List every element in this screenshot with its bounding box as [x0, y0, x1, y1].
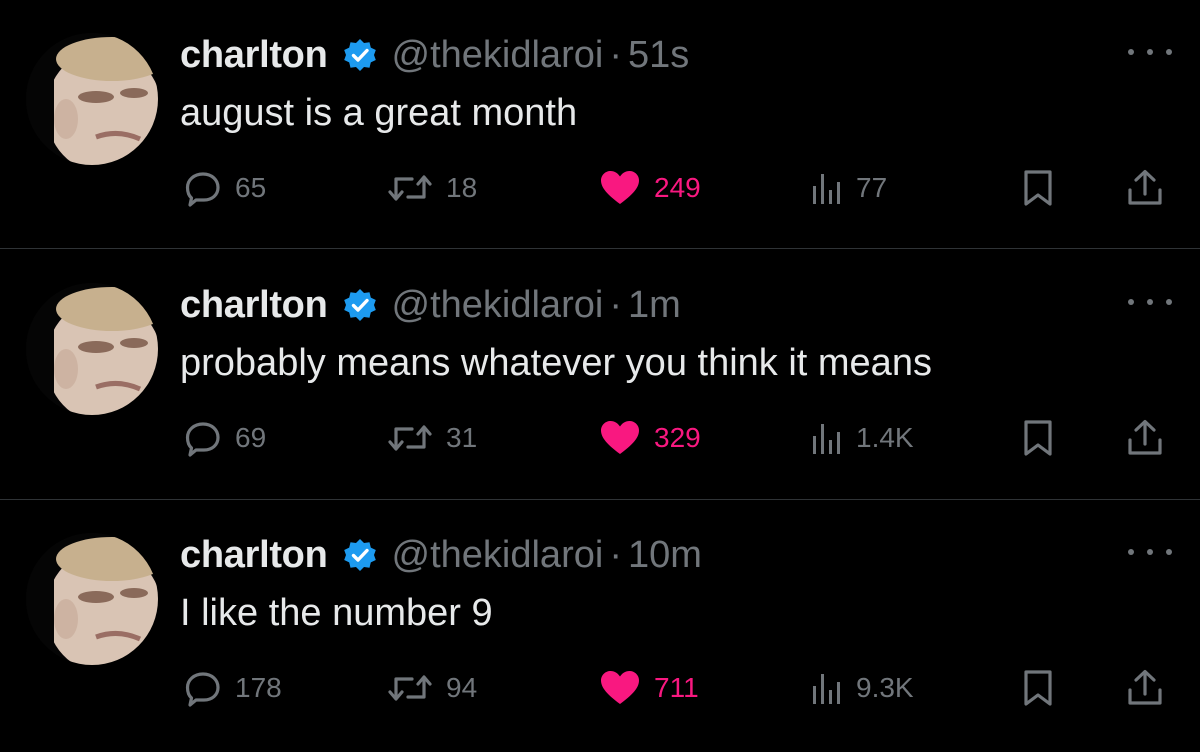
bookmark-button[interactable] — [1020, 418, 1056, 458]
retweet-icon — [388, 175, 432, 201]
more-icon[interactable] — [1128, 292, 1172, 312]
tweet-header: charlton @thekidlaroi · 1m — [180, 280, 681, 330]
tweet-header: charlton @thekidlaroi · 51s — [180, 30, 689, 80]
reply-button[interactable]: 178 — [183, 668, 282, 708]
views-count: 1.4K — [856, 422, 914, 453]
views-button[interactable]: 77 — [810, 168, 887, 208]
views-icon — [813, 174, 840, 204]
handle[interactable]: @thekidlaroi — [392, 284, 604, 327]
separator-dot: · — [609, 533, 622, 576]
more-icon[interactable] — [1128, 542, 1172, 562]
timestamp[interactable]: 10m — [628, 534, 702, 577]
views-count: 9.3K — [856, 672, 914, 703]
handle[interactable]: @thekidlaroi — [392, 34, 604, 77]
like-button[interactable]: 329 — [598, 418, 701, 458]
display-name[interactable]: charlton — [180, 284, 328, 327]
share-icon — [1128, 669, 1162, 705]
tweet-text: august is a great month — [180, 92, 578, 134]
share-icon — [1128, 169, 1162, 205]
retweet-icon — [388, 675, 432, 701]
views-button[interactable]: 9.3K — [810, 668, 914, 708]
like-count: 249 — [654, 172, 701, 203]
bookmark-button[interactable] — [1020, 168, 1056, 208]
heart-icon — [601, 671, 639, 704]
display-name[interactable]: charlton — [180, 534, 328, 577]
tweet-text: I like the number 9 — [180, 592, 493, 634]
bookmark-icon — [1024, 170, 1052, 206]
retweet-button[interactable]: 94 — [386, 668, 477, 708]
bookmark-button[interactable] — [1020, 668, 1056, 708]
tweet-header: charlton @thekidlaroi · 10m — [180, 530, 702, 580]
share-button[interactable] — [1125, 168, 1165, 208]
tweet[interactable]: charlton @thekidlaroi · 51s august is a … — [0, 0, 1200, 250]
avatar[interactable] — [26, 533, 158, 665]
divider — [0, 248, 1200, 249]
retweet-button[interactable]: 18 — [386, 168, 477, 208]
verified-badge-icon — [342, 537, 378, 573]
like-button[interactable]: 711 — [598, 668, 699, 708]
share-button[interactable] — [1125, 668, 1165, 708]
verified-badge-icon — [342, 37, 378, 73]
tweet[interactable]: charlton @thekidlaroi · 10m I like the n… — [0, 500, 1200, 750]
share-icon — [1128, 419, 1162, 455]
reply-count: 69 — [235, 422, 267, 453]
tweet-feed: charlton @thekidlaroi · 51s august is a … — [0, 0, 1200, 752]
views-icon — [813, 674, 840, 704]
timestamp[interactable]: 51s — [628, 34, 689, 77]
like-count: 329 — [654, 422, 701, 453]
like-button[interactable]: 249 — [598, 168, 701, 208]
verified-badge-icon — [342, 287, 378, 323]
like-count: 711 — [654, 672, 699, 703]
reply-button[interactable]: 65 — [183, 168, 266, 208]
separator-dot: · — [609, 33, 622, 76]
share-button[interactable] — [1125, 418, 1165, 458]
tweet-text: probably means whatever you think it mea… — [180, 342, 932, 384]
tweet[interactable]: charlton @thekidlaroi · 1m probably mean… — [0, 250, 1200, 500]
reply-button[interactable]: 69 — [183, 418, 266, 458]
views-count: 77 — [856, 172, 888, 203]
bookmark-icon — [1024, 670, 1052, 706]
reply-count: 178 — [235, 672, 282, 703]
reply-icon — [185, 422, 220, 457]
avatar[interactable] — [26, 283, 158, 415]
heart-icon — [601, 421, 639, 454]
timestamp[interactable]: 1m — [628, 284, 681, 327]
reply-icon — [185, 672, 220, 707]
retweet-count: 31 — [446, 422, 478, 453]
heart-icon — [601, 171, 639, 204]
more-icon[interactable] — [1128, 42, 1172, 62]
views-icon — [813, 424, 840, 454]
avatar[interactable] — [26, 33, 158, 165]
retweet-count: 94 — [446, 672, 478, 703]
retweet-count: 18 — [446, 172, 478, 203]
reply-count: 65 — [235, 172, 267, 203]
retweet-icon — [388, 425, 432, 451]
retweet-button[interactable]: 31 — [386, 418, 477, 458]
bookmark-icon — [1024, 420, 1052, 456]
views-button[interactable]: 1.4K — [810, 418, 914, 458]
reply-icon — [185, 172, 220, 207]
separator-dot: · — [609, 283, 622, 326]
display-name[interactable]: charlton — [180, 34, 328, 77]
handle[interactable]: @thekidlaroi — [392, 534, 604, 577]
